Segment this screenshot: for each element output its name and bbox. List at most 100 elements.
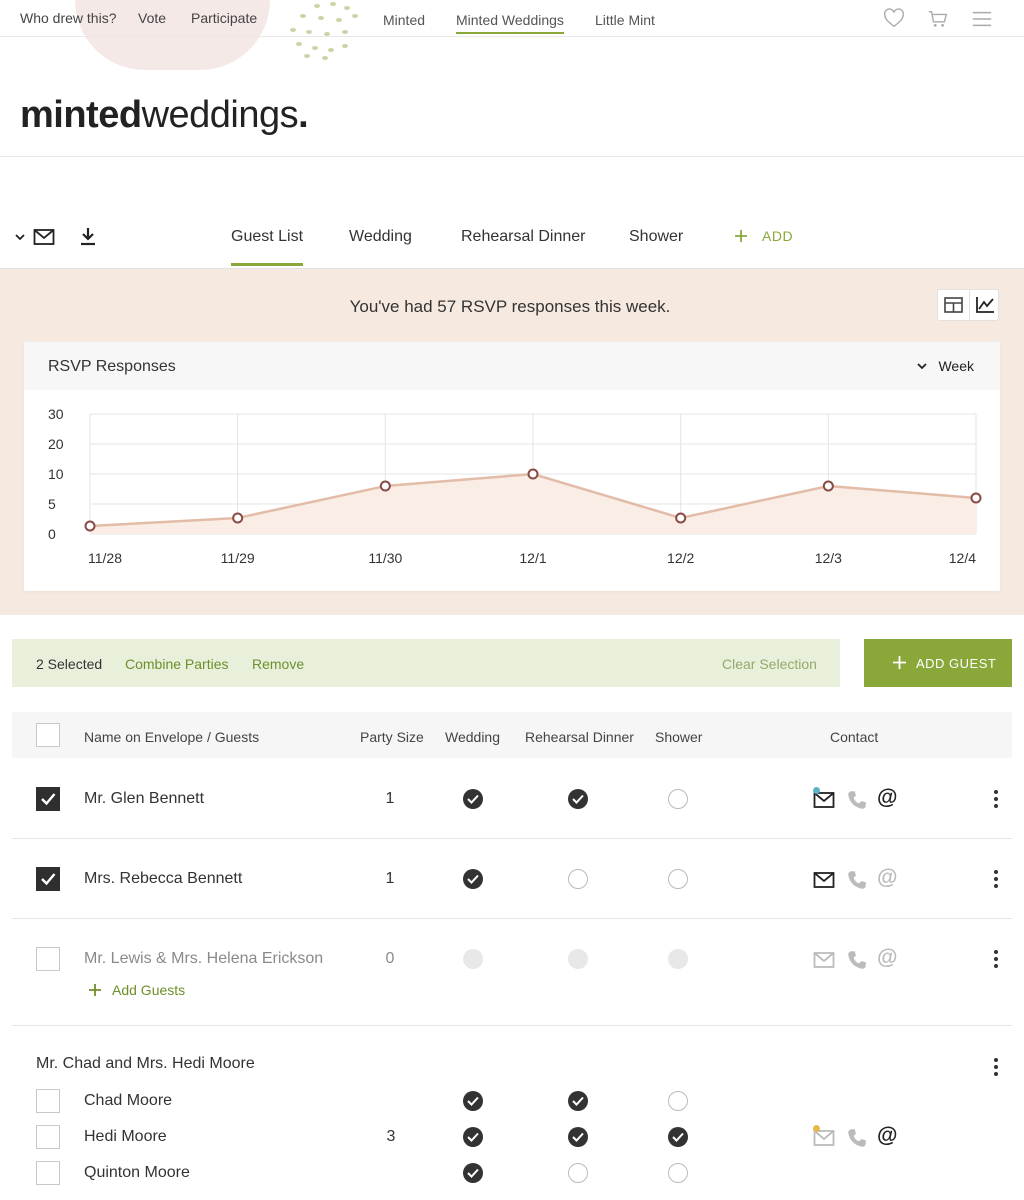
download-icon[interactable]: [79, 226, 97, 246]
x-tick-label: 11/30: [368, 550, 402, 566]
x-tick-label: 11/29: [221, 550, 255, 566]
add-tab-label: ADD: [762, 228, 794, 244]
table-view-icon[interactable]: [944, 296, 963, 314]
rsvp-chart-card: RSVP Responses Week 30 20 10 5 0 11/28 11/29 11…: [24, 342, 1000, 591]
nav-participate[interactable]: Participate: [191, 10, 257, 26]
x-tick-label: 11/28: [88, 550, 122, 566]
tab-guest-list[interactable]: Guest List: [231, 228, 304, 266]
wedding-attending-icon[interactable]: [463, 1091, 483, 1111]
mail-contact-icon[interactable]: [813, 869, 835, 891]
data-point: [379, 480, 391, 492]
data-point: [527, 468, 539, 480]
shower-pending-icon[interactable]: [668, 789, 688, 809]
shower-pending-icon[interactable]: [668, 1091, 688, 1111]
wedding-unavailable-icon: [463, 949, 483, 969]
select-all-checkbox[interactable]: [36, 723, 60, 747]
add-guest-label: ADD GUEST: [916, 656, 997, 671]
nav-vote[interactable]: Vote: [138, 10, 166, 26]
chart-card-header: RSVP Responses Week: [24, 342, 1000, 390]
data-point: [232, 512, 244, 524]
data-point: [970, 492, 982, 504]
mail-icon[interactable]: [33, 227, 55, 247]
selected-count: 2 Selected: [36, 656, 103, 672]
data-point: [822, 480, 834, 492]
wedding-attending-icon[interactable]: [463, 869, 483, 889]
chevron-down-icon: [917, 363, 928, 370]
header-wedding[interactable]: Wedding: [445, 729, 500, 745]
more-options-icon[interactable]: [993, 790, 999, 808]
guest-name[interactable]: Mr. Glen Bennett: [84, 790, 204, 808]
more-options-icon[interactable]: [993, 870, 999, 888]
more-options-icon[interactable]: [993, 1058, 999, 1076]
remove-link[interactable]: Remove: [252, 656, 304, 672]
rsvp-line-chart: 30 20 10 5 0 11/28 11/29 11/30 12/1 12/2 12/3 12/4: [48, 406, 982, 566]
party-group-name[interactable]: Mr. Chad and Mrs. Hedi Moore: [36, 1055, 255, 1073]
y-tick-label: 30: [48, 406, 64, 422]
rehearsal-pending-icon[interactable]: [568, 869, 588, 889]
menu-icon[interactable]: [971, 8, 993, 30]
wedding-attending-icon[interactable]: [463, 1163, 483, 1183]
combine-parties-link[interactable]: Combine Parties: [125, 656, 229, 672]
tab-shower[interactable]: Shower: [629, 228, 683, 246]
y-tick-label: 0: [48, 526, 56, 542]
shower-pending-icon[interactable]: [668, 1163, 688, 1183]
row-checkbox[interactable]: [36, 947, 60, 971]
guest-name[interactable]: Mrs. Rebecca Bennett: [84, 870, 242, 888]
divider: [0, 156, 1024, 157]
rehearsal-attending-icon[interactable]: [568, 789, 588, 809]
header-shower[interactable]: Shower: [655, 729, 702, 745]
data-point: [675, 512, 687, 524]
tab-wedding[interactable]: Wedding: [349, 228, 412, 246]
header-party-size[interactable]: Party Size: [360, 729, 424, 745]
decorative-dots: [290, 2, 358, 60]
y-tick-label: 10: [48, 466, 64, 482]
email-at-icon[interactable]: @: [877, 786, 897, 810]
member-name[interactable]: Quinton Moore: [84, 1164, 190, 1182]
nav-minted[interactable]: Minted: [383, 12, 425, 28]
phone-icon[interactable]: [846, 949, 868, 971]
clear-selection-link[interactable]: Clear Selection: [722, 656, 817, 672]
row-checkbox[interactable]: [36, 787, 60, 811]
member-checkbox[interactable]: [36, 1089, 60, 1113]
shower-attending-icon[interactable]: [668, 1127, 688, 1147]
chevron-down-icon[interactable]: [14, 231, 26, 243]
member-checkbox[interactable]: [36, 1125, 60, 1149]
add-guest-button[interactable]: ADD GUEST: [864, 639, 1012, 687]
tab-rehearsal-dinner[interactable]: Rehearsal Dinner: [461, 228, 586, 246]
member-name[interactable]: Hedi Moore: [84, 1128, 167, 1146]
row-checkbox[interactable]: [36, 867, 60, 891]
nav-minted-weddings[interactable]: Minted Weddings: [456, 12, 564, 34]
wedding-attending-icon[interactable]: [463, 789, 483, 809]
chart-view-icon[interactable]: [975, 296, 995, 314]
y-tick-label: 20: [48, 436, 64, 452]
phone-icon[interactable]: [846, 1127, 868, 1149]
wedding-attending-icon[interactable]: [463, 1127, 483, 1147]
range-dropdown[interactable]: Week: [917, 358, 974, 374]
email-at-icon[interactable]: @: [877, 946, 897, 970]
status-dot: [813, 1125, 820, 1132]
header-name[interactable]: Name on Envelope / Guests: [84, 729, 259, 745]
member-checkbox[interactable]: [36, 1161, 60, 1185]
cart-icon[interactable]: [927, 8, 949, 30]
email-at-icon[interactable]: @: [877, 1124, 897, 1148]
phone-icon[interactable]: [846, 789, 868, 811]
mail-contact-icon[interactable]: [813, 949, 835, 971]
guest-name[interactable]: Mr. Lewis & Mrs. Helena Erickson: [84, 950, 323, 968]
view-toggle: [937, 289, 999, 321]
phone-icon[interactable]: [846, 869, 868, 891]
email-at-icon[interactable]: @: [877, 866, 897, 890]
more-options-icon[interactable]: [993, 950, 999, 968]
member-name[interactable]: Chad Moore: [84, 1092, 172, 1110]
header-rehearsal-dinner[interactable]: Rehearsal Dinner: [525, 729, 634, 745]
shower-pending-icon[interactable]: [668, 869, 688, 889]
minted-weddings-logo[interactable]: mintedweddings.: [20, 94, 309, 137]
nav-little-mint[interactable]: Little Mint: [595, 12, 655, 28]
nav-who-drew-this[interactable]: Who drew this?: [20, 10, 116, 26]
rehearsal-pending-icon[interactable]: [568, 1163, 588, 1183]
x-tick-label: 12/4: [949, 550, 976, 566]
rehearsal-attending-icon[interactable]: [568, 1127, 588, 1147]
plus-icon: [89, 984, 101, 996]
row-divider: [12, 1025, 1012, 1026]
rehearsal-attending-icon[interactable]: [568, 1091, 588, 1111]
heart-icon[interactable]: [883, 8, 905, 30]
